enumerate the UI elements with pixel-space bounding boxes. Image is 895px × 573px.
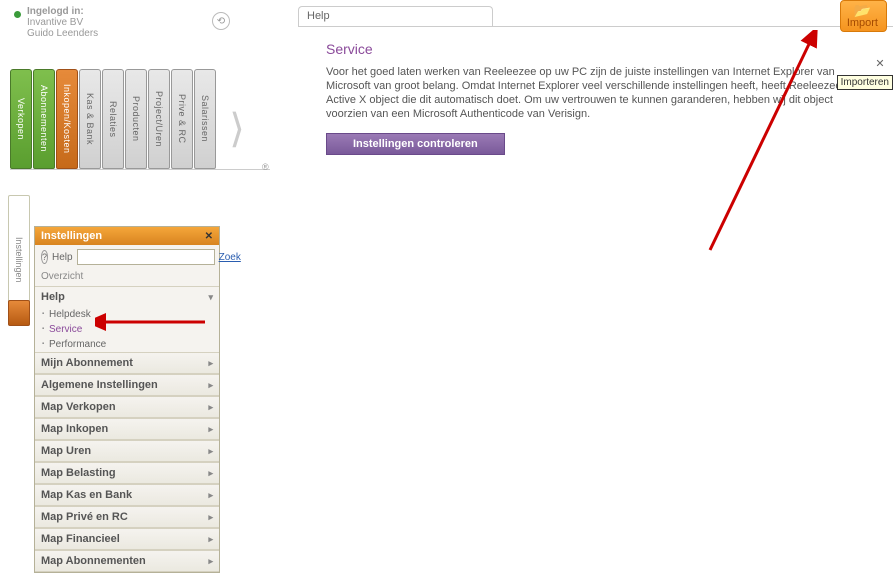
panel-help-row: ? Help Zoek <box>35 245 219 269</box>
chevron-right-icon: ▸ <box>208 446 213 457</box>
group-map-belasting[interactable]: Map Belasting▸ <box>35 462 219 484</box>
import-icon: 📂 <box>854 3 871 17</box>
page-title: Service <box>326 41 877 57</box>
main-content: 📂 Import ✕ Importeren Service Voor het g… <box>298 26 893 566</box>
subitem-helpdesk[interactable]: Helpdesk <box>35 307 219 322</box>
chevron-right-icon: ▸ <box>208 490 213 501</box>
subitem-performance[interactable]: Performance <box>35 337 219 352</box>
settings-panel: Instellingen ✕ ? Help Zoek Overzicht Hel… <box>34 226 220 573</box>
binder-relaties[interactable]: Relaties <box>102 69 124 169</box>
help-label: Help <box>52 252 73 263</box>
import-tooltip: Importeren <box>837 75 893 90</box>
group-help[interactable]: Help ▾ <box>35 287 219 307</box>
service-body: Voor het goed laten werken van Reeleezee… <box>326 65 869 121</box>
back-icon[interactable]: ⟲ <box>212 12 230 30</box>
help-icon[interactable]: ? <box>41 250 48 264</box>
binder-inkopen[interactable]: Inkopen/Kosten <box>56 69 78 169</box>
chevron-right-icon: ▸ <box>208 424 213 435</box>
login-info: Ingelogd in: Invantive BV Guido Leenders… <box>10 6 280 39</box>
binder-salarissen[interactable]: Salarissen <box>194 69 216 169</box>
settings-binder-icon <box>8 300 30 326</box>
binder-projecturen[interactable]: Project/Uren <box>148 69 170 169</box>
search-input[interactable] <box>77 249 215 265</box>
login-label: Ingelogd in: <box>27 6 98 17</box>
group-mijn-abonnement[interactable]: Mijn Abonnement▸ <box>35 352 219 374</box>
panel-title-bar: Instellingen ✕ <box>35 227 219 245</box>
group-map-prive[interactable]: Map Privé en RC▸ <box>35 506 219 528</box>
check-settings-button[interactable]: Instellingen controleren <box>326 133 505 155</box>
subitem-service[interactable]: Service <box>35 322 219 337</box>
login-company: Invantive BV <box>27 17 98 28</box>
status-dot-icon <box>14 11 21 18</box>
zoek-link[interactable]: Zoek <box>219 252 241 263</box>
group-map-verkopen[interactable]: Map Verkopen▸ <box>35 396 219 418</box>
login-user: Guido Leenders <box>27 28 98 39</box>
chevron-right-icon: ▸ <box>208 402 213 413</box>
group-map-financieel[interactable]: Map Financieel▸ <box>35 528 219 550</box>
chevron-right-icon: ▸ <box>208 556 213 567</box>
group-map-abonnementen[interactable]: Map Abonnementen▸ <box>35 550 219 572</box>
import-button[interactable]: 📂 Import <box>840 0 887 32</box>
chevron-right-icon: ▸ <box>208 358 213 369</box>
panel-close-icon[interactable]: ✕ <box>205 231 213 242</box>
group-map-inkopen[interactable]: Map Inkopen▸ <box>35 418 219 440</box>
group-map-uren[interactable]: Map Uren▸ <box>35 440 219 462</box>
chevron-right-icon: ▸ <box>208 380 213 391</box>
binder-verkopen[interactable]: Verkopen <box>10 69 32 169</box>
binder-priverc[interactable]: Prive & RC <box>171 69 193 169</box>
binder-producten[interactable]: Producten <box>125 69 147 169</box>
binder-abonnementen[interactable]: Abonnementen <box>33 69 55 169</box>
group-algemene[interactable]: Algemene Instellingen▸ <box>35 374 219 396</box>
chevron-right-icon: ▸ <box>208 512 213 523</box>
breadcrumb-tab[interactable]: Help <box>298 6 493 26</box>
group-map-kasbank[interactable]: Map Kas en Bank▸ <box>35 484 219 506</box>
binder-kasbank[interactable]: Kas & Bank <box>79 69 101 169</box>
registered-mark: ® <box>262 162 269 172</box>
binder-next-icon[interactable]: ⟩ <box>223 89 251 169</box>
chevron-right-icon: ▸ <box>208 468 213 479</box>
chevron-down-icon: ▾ <box>208 292 213 303</box>
binder-row: Verkopen Abonnementen Inkopen/Kosten Kas… <box>10 60 270 170</box>
close-icon[interactable]: ✕ <box>873 57 887 71</box>
chevron-right-icon: ▸ <box>208 534 213 545</box>
overzicht-label: Overzicht <box>35 269 219 287</box>
panel-title: Instellingen <box>41 230 102 242</box>
